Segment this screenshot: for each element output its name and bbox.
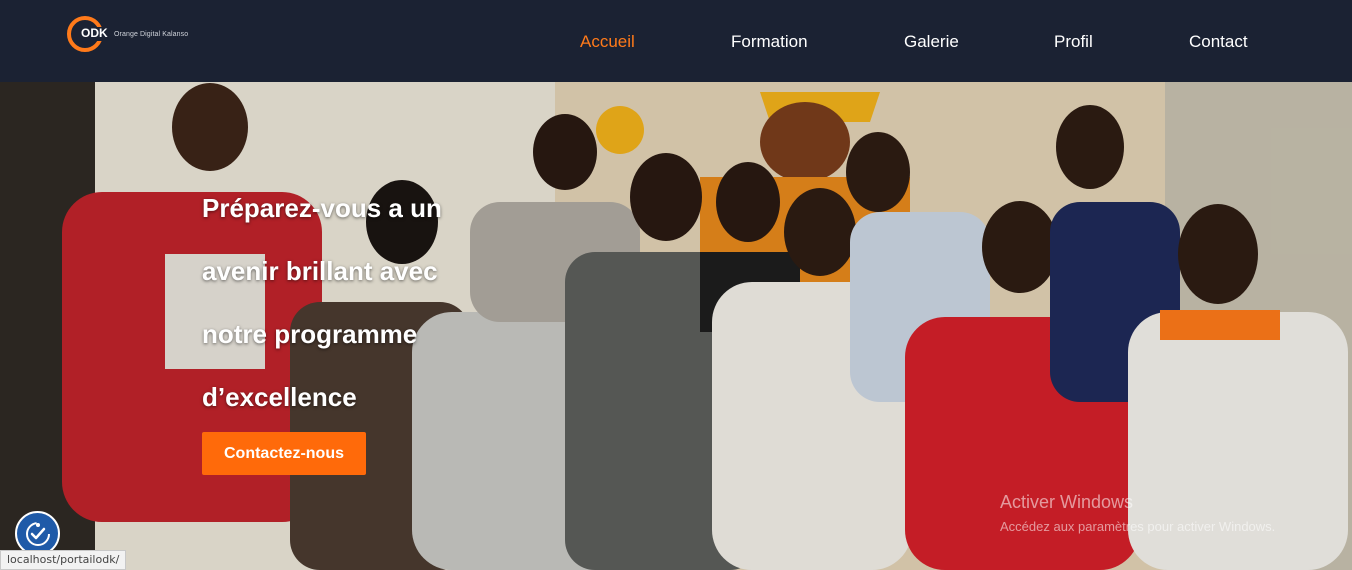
hero-title-line: Préparez-vous a un [202,193,442,223]
hero-title-line: notre programme [202,319,418,349]
accessibility-check-icon [25,521,50,546]
hero-title-line: avenir brillant avec [202,256,438,286]
nav-item-formation[interactable]: Formation [731,32,808,52]
nav-item-profil[interactable]: Profil [1054,32,1093,52]
contact-us-button[interactable]: Contactez-nous [202,432,366,475]
hero-title-line: d’excellence [202,382,357,412]
hero-section: Préparez-vous a un avenir brillant avec … [0,82,1352,570]
navbar: ODK Orange Digital Kalanso Accueil Forma… [0,0,1352,82]
watermark-subtitle: Accédez aux paramètres pour activer Wind… [1000,519,1276,534]
windows-activation-watermark: Activer Windows Accédez aux paramètres p… [1000,492,1275,534]
nav-item-galerie[interactable]: Galerie [904,32,959,52]
main-nav: Accueil Formation Galerie Profil Contact [0,0,1352,82]
watermark-title: Activer Windows [1000,492,1134,512]
nav-item-accueil[interactable]: Accueil [580,32,635,52]
hero-title: Préparez-vous a un avenir brillant avec … [202,177,502,429]
browser-status-url: localhost/portailodk/ [0,550,127,570]
nav-item-contact[interactable]: Contact [1189,32,1248,52]
